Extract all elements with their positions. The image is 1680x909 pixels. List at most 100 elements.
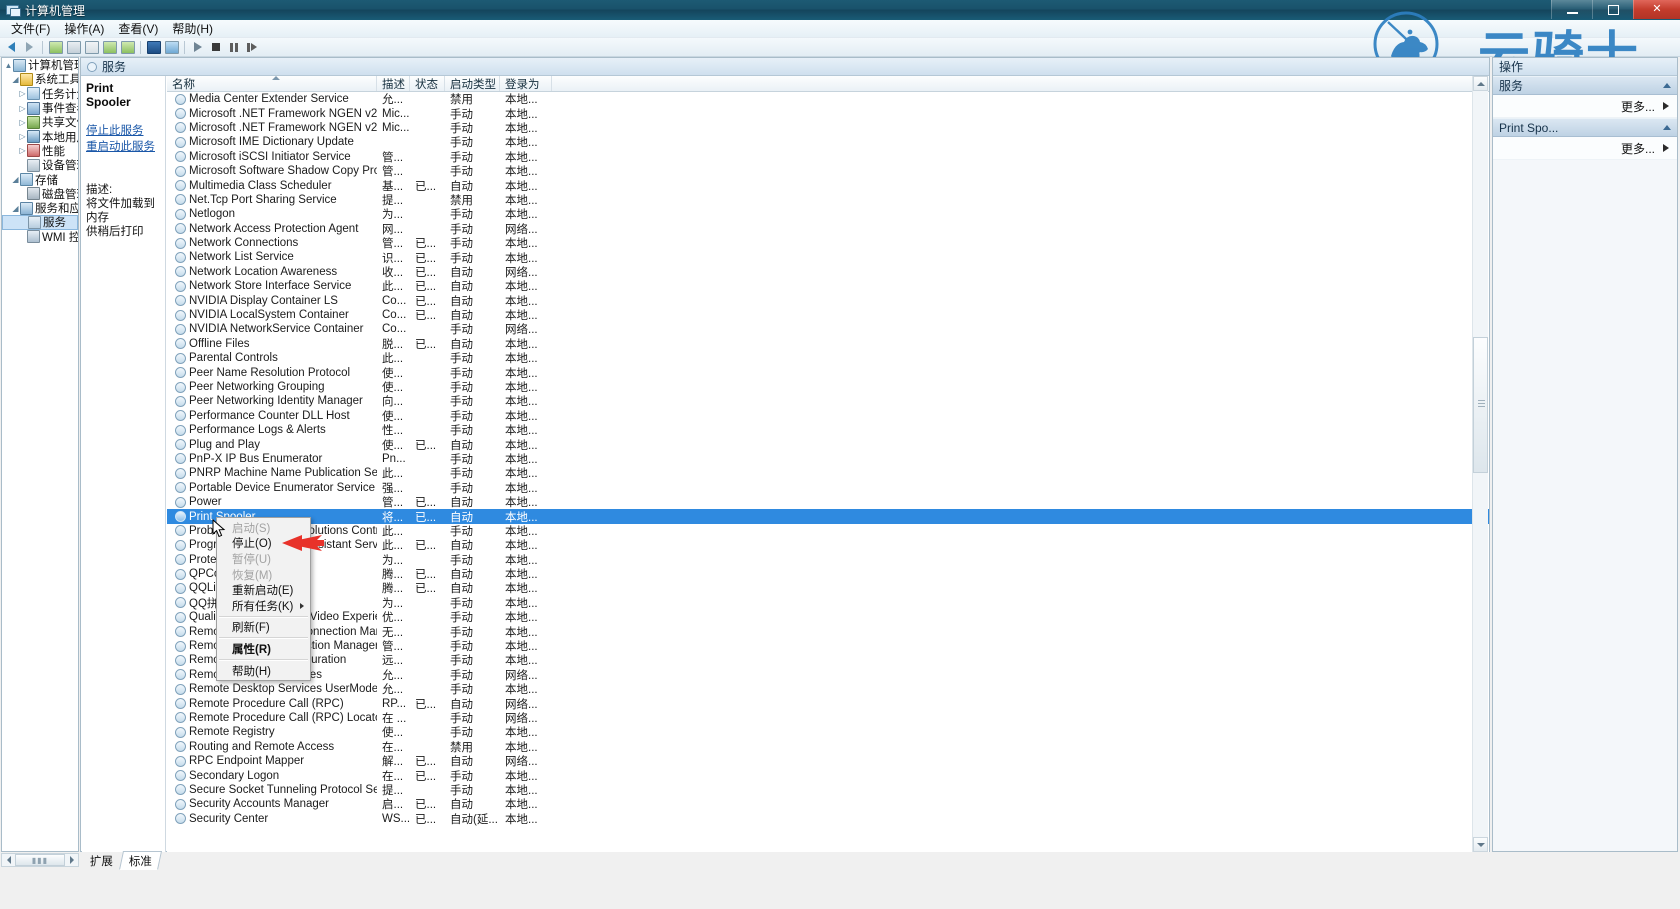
table-row[interactable]: Peer Networking Identity Manager 向... 手动 本地… bbox=[167, 394, 1489, 408]
tab-extended[interactable]: 扩展 bbox=[80, 851, 123, 870]
table-row[interactable]: Program Compatibility Assistant Service此… bbox=[167, 538, 1489, 552]
tree-item-shared-folders[interactable]: ▷共享文件夹 bbox=[2, 115, 78, 129]
table-row[interactable]: QQLiveService腾...已...自动本地... bbox=[167, 581, 1489, 595]
column-header-0[interactable]: 名称 bbox=[167, 76, 377, 91]
table-row[interactable]: PNRP Machine Name Publication Service此..… bbox=[167, 466, 1489, 480]
table-row[interactable]: Microsoft iSCSI Initiator Service 管... 手动本… bbox=[167, 150, 1489, 164]
table-row[interactable]: Security Accounts Manager 启... 已... 自动 本地... bbox=[167, 797, 1489, 811]
tree-item-task-scheduler[interactable]: ▷任务计划程 bbox=[2, 87, 78, 101]
table-row[interactable]: Microsoft .NET Framework NGEN v2.0.5... M… bbox=[167, 106, 1489, 121]
minimize-button[interactable] bbox=[1551, 0, 1592, 19]
table-row[interactable]: Network Connections 管... 已... 手动 本地... bbox=[167, 236, 1489, 250]
forward-icon[interactable] bbox=[21, 39, 38, 55]
table-row[interactable]: PnP-X IP Bus Enumerator Pn... 手动 本地... bbox=[167, 452, 1489, 466]
table-row[interactable]: Problem Reports and Solutions Control ..… bbox=[167, 524, 1489, 538]
tree-expander[interactable]: ◢ bbox=[11, 175, 20, 184]
table-row[interactable]: RPC Endpoint Mapper 解... 已... 自动 网络... bbox=[167, 754, 1489, 768]
table-row[interactable]: Network Location Awareness 收... 已... 自动 网络..… bbox=[167, 265, 1489, 279]
tab-standard[interactable]: 标准 bbox=[118, 851, 163, 870]
tree-expander[interactable]: ◢ bbox=[11, 75, 20, 84]
table-row[interactable]: Remote Registry 使... 手动 本地... bbox=[167, 725, 1489, 739]
list-vertical-scrollbar[interactable] bbox=[1472, 76, 1488, 852]
help-icon[interactable] bbox=[145, 39, 162, 55]
menu-action[interactable]: 操作(A) bbox=[57, 19, 111, 38]
tree-expander[interactable]: ▷ bbox=[18, 118, 27, 127]
table-row[interactable]: Print Spooler将...已...自动本地... bbox=[167, 509, 1489, 524]
table-row[interactable]: Parental Controls 此... 手动 本地... bbox=[167, 351, 1489, 365]
back-icon[interactable] bbox=[3, 39, 20, 55]
table-row[interactable]: Microsoft Software Shadow Copy Provi...管… bbox=[167, 164, 1489, 178]
restart-service-icon[interactable] bbox=[243, 39, 260, 55]
table-row[interactable]: Security Center WS... 已... 自动(延... 本地... bbox=[167, 812, 1489, 826]
table-row[interactable]: Microsoft .NET Framework NGEN v2.0.5... M… bbox=[167, 121, 1489, 135]
menu-view[interactable]: 查看(V) bbox=[111, 19, 165, 38]
ctx-stop[interactable]: 停止(O) bbox=[217, 536, 310, 552]
ctx-all-tasks[interactable]: 所有任务(K) bbox=[217, 598, 310, 614]
new-window-icon[interactable] bbox=[119, 39, 136, 55]
table-row[interactable]: QPCore Service腾...已...自动本地... bbox=[167, 567, 1489, 581]
table-row[interactable]: Offline Files 脱... 已... 自动 本地... bbox=[167, 337, 1489, 351]
table-row[interactable]: Remote Access Auto Connection Mana...无..… bbox=[167, 624, 1489, 639]
table-row[interactable]: NVIDIA NetworkService Container Co... 手动 网络… bbox=[167, 322, 1489, 336]
tree-expander[interactable]: ▷ bbox=[18, 132, 27, 141]
column-header-3[interactable]: 启动类型 bbox=[445, 76, 500, 91]
refresh-icon[interactable] bbox=[101, 39, 118, 55]
restart-service-link[interactable]: 重启动 bbox=[86, 141, 121, 153]
scroll-thumb[interactable] bbox=[1473, 337, 1488, 473]
ctx-help[interactable]: 帮助(H) bbox=[217, 663, 310, 679]
table-row[interactable]: Media Center Extender Service 允... 禁用 本地... bbox=[167, 92, 1489, 106]
table-row[interactable]: Multimedia Class Scheduler 基... 已... 自动 本地..… bbox=[167, 178, 1489, 193]
scroll-down-button[interactable] bbox=[1473, 837, 1488, 852]
table-row[interactable]: Quality Windows Audio Video Experience优.… bbox=[167, 610, 1489, 624]
scroll-track-upper[interactable] bbox=[1473, 91, 1488, 337]
table-row[interactable]: Remote Procedure Call (RPC) RP... 已... 自动 网络… bbox=[167, 696, 1489, 711]
tree-expander[interactable]: ▷ bbox=[18, 104, 27, 113]
maximize-button[interactable] bbox=[1592, 0, 1633, 19]
up-folder-icon[interactable] bbox=[47, 39, 64, 55]
table-row[interactable]: Remote Desktop Services允...手动网络... bbox=[167, 668, 1489, 682]
table-row[interactable]: QQ拼音输入法服务为...手动本地... bbox=[167, 596, 1489, 610]
column-header-1[interactable]: 描述 bbox=[377, 76, 410, 91]
ctx-restart[interactable]: 重新启动(E) bbox=[217, 582, 310, 598]
column-header-4[interactable]: 登录为 bbox=[500, 76, 552, 91]
ctx-refresh[interactable]: 刷新(F) bbox=[217, 620, 310, 636]
table-row[interactable]: Net.Tcp Port Sharing Service 提... 禁用 本地... bbox=[167, 193, 1489, 207]
table-row[interactable]: Microsoft IME Dictionary Update 手动 本地... bbox=[167, 135, 1489, 149]
scroll-left-button[interactable] bbox=[2, 854, 15, 866]
table-row[interactable]: Network List Service 识... 已... 手动 本地... bbox=[167, 250, 1489, 265]
table-row[interactable]: Remote Desktop Services UserMode Po... 允.… bbox=[167, 682, 1489, 696]
table-row[interactable]: Remote Access Connection Manager管...手动本地… bbox=[167, 639, 1489, 653]
pause-service-icon[interactable] bbox=[225, 39, 242, 55]
table-row[interactable]: Network Access Protection Agent 网... 手动 网络.… bbox=[167, 222, 1489, 236]
table-row[interactable]: Power 管... 已... 自动 本地... bbox=[167, 495, 1489, 509]
properties-icon[interactable] bbox=[163, 39, 180, 55]
tree-item-device-manager[interactable]: 设备管理器 bbox=[2, 158, 78, 172]
stop-service-icon[interactable] bbox=[207, 39, 224, 55]
table-row[interactable]: Routing and Remote Access 在... 禁用 本地... bbox=[167, 740, 1489, 754]
tree-item-system-tools[interactable]: ◢ 系统工具 bbox=[2, 72, 78, 86]
table-row[interactable]: Secure Socket Tunneling Protocol Servi..… bbox=[167, 783, 1489, 797]
tree-horizontal-scrollbar[interactable]: ▮▮▮ bbox=[1, 853, 79, 867]
table-row[interactable]: Network Store Interface Service 此... 已... 自… bbox=[167, 279, 1489, 293]
ctx-properties[interactable]: 属性(R) bbox=[217, 641, 310, 657]
tree-expander[interactable]: ▷ bbox=[18, 146, 27, 155]
h-scroll-thumb[interactable]: ▮▮▮ bbox=[15, 854, 65, 866]
export-list-icon[interactable] bbox=[83, 39, 100, 55]
actions-group-print-spooler[interactable]: Print Spo... bbox=[1493, 118, 1677, 137]
menu-help[interactable]: 帮助(H) bbox=[165, 19, 220, 38]
scroll-track-lower[interactable] bbox=[1473, 473, 1488, 837]
chevron-up-icon[interactable] bbox=[1663, 83, 1671, 88]
actions-print-spooler-more[interactable]: 更多... bbox=[1493, 137, 1677, 160]
table-row[interactable]: Peer Name Resolution Protocol 使... 手动 本地... bbox=[167, 365, 1489, 380]
actions-group-services[interactable]: 服务 bbox=[1493, 76, 1677, 95]
table-row[interactable]: Remote Desktop Configuration远...手动本地... bbox=[167, 653, 1489, 667]
table-row[interactable]: NVIDIA LocalSystem Container Co... 已... 自动本… bbox=[167, 308, 1489, 322]
table-row[interactable]: Performance Counter DLL Host 使... 手动 本地... bbox=[167, 409, 1489, 423]
menu-file[interactable]: 文件(F) bbox=[4, 19, 57, 38]
table-row[interactable]: Remote Procedure Call (RPC) Locator 在 ...… bbox=[167, 711, 1489, 725]
tree-expander[interactable]: ▲ bbox=[4, 61, 13, 70]
close-button[interactable]: ✕ bbox=[1633, 0, 1680, 19]
table-row[interactable]: Plug and Play 使... 已... 自动 本地... bbox=[167, 437, 1489, 452]
table-row[interactable]: Performance Logs & Alerts 性... 手动 本地... bbox=[167, 423, 1489, 437]
tree-item-event-viewer[interactable]: ▷事件查看器 bbox=[2, 101, 78, 115]
